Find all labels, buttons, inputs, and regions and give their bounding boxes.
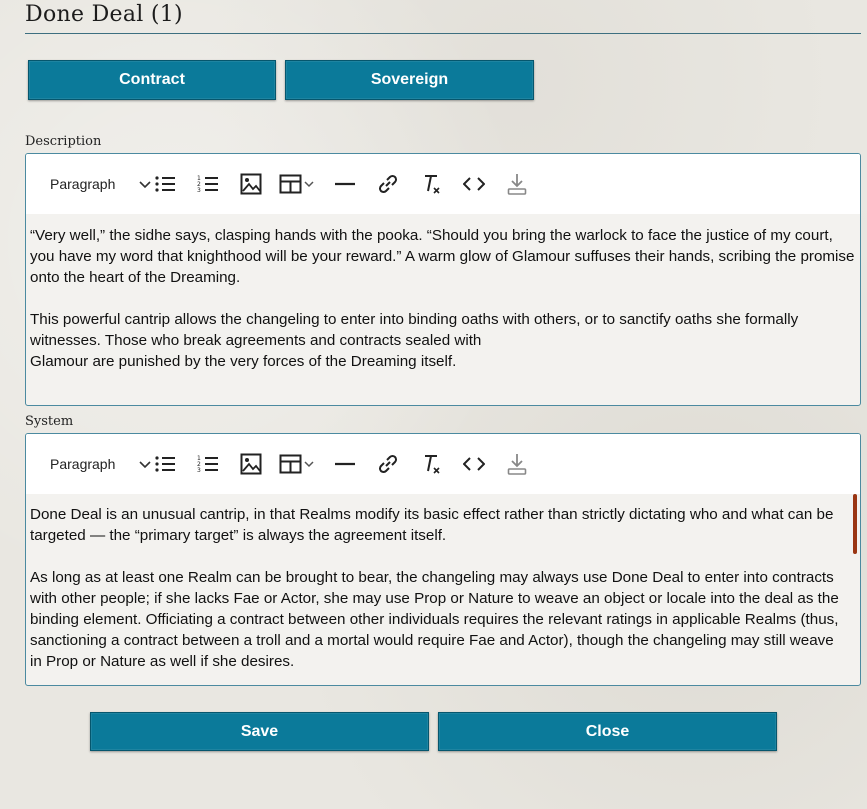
format-select-value: Paragraph	[50, 176, 116, 192]
numbered-list-icon[interactable]: 123	[193, 449, 223, 479]
horizontal-rule-icon[interactable]	[330, 449, 360, 479]
format-select[interactable]: Paragraph	[42, 449, 151, 479]
table-icon[interactable]	[279, 169, 317, 199]
format-select-value: Paragraph	[50, 456, 116, 472]
description-paragraph: Glamour are punished by the very forces …	[30, 353, 457, 370]
bullet-list-icon[interactable]	[150, 169, 180, 199]
system-scrollbar[interactable]	[853, 494, 857, 554]
download-icon[interactable]	[502, 169, 532, 199]
image-icon[interactable]	[236, 449, 266, 479]
contract-button[interactable]: Contract	[28, 60, 276, 100]
sovereign-button[interactable]: Sovereign	[285, 60, 534, 100]
download-icon[interactable]	[502, 449, 532, 479]
description-label: Description	[25, 134, 102, 149]
source-code-icon[interactable]	[459, 449, 489, 479]
description-editor[interactable]: Paragraph 123 “Very well,” the sidhe say…	[25, 153, 861, 406]
link-icon[interactable]	[373, 169, 403, 199]
image-icon[interactable]	[236, 169, 266, 199]
description-paragraph: “Very well,” the sidhe says, clasping ha…	[30, 227, 855, 286]
source-code-icon[interactable]	[459, 169, 489, 199]
system-content[interactable]: Done Deal is an unusual cantrip, in that…	[26, 494, 860, 672]
description-content[interactable]: “Very well,” the sidhe says, clasping ha…	[26, 214, 860, 372]
svg-text:3: 3	[197, 187, 201, 194]
bullet-list-icon[interactable]	[150, 449, 180, 479]
link-icon[interactable]	[373, 449, 403, 479]
close-button[interactable]: Close	[438, 712, 777, 751]
system-toolbar: Paragraph 123	[26, 434, 860, 494]
system-label: System	[25, 414, 74, 429]
dialog-title: Done Deal (1)	[25, 2, 183, 27]
description-paragraph: This powerful cantrip allows the changel…	[30, 311, 799, 349]
title-divider	[25, 33, 861, 34]
table-icon[interactable]	[279, 449, 317, 479]
clear-formatting-icon[interactable]	[416, 449, 446, 479]
system-paragraph: Done Deal is an unusual cantrip, in that…	[30, 506, 834, 544]
system-paragraph: As long as at least one Realm can be bro…	[30, 569, 839, 670]
svg-text:3: 3	[197, 467, 201, 474]
clear-formatting-icon[interactable]	[416, 169, 446, 199]
numbered-list-icon[interactable]: 123	[193, 169, 223, 199]
description-toolbar: Paragraph 123	[26, 154, 860, 214]
save-button[interactable]: Save	[90, 712, 429, 751]
format-select[interactable]: Paragraph	[42, 169, 151, 199]
system-editor[interactable]: Paragraph 123 Done Deal is an unusual ca…	[25, 433, 861, 686]
horizontal-rule-icon[interactable]	[330, 169, 360, 199]
